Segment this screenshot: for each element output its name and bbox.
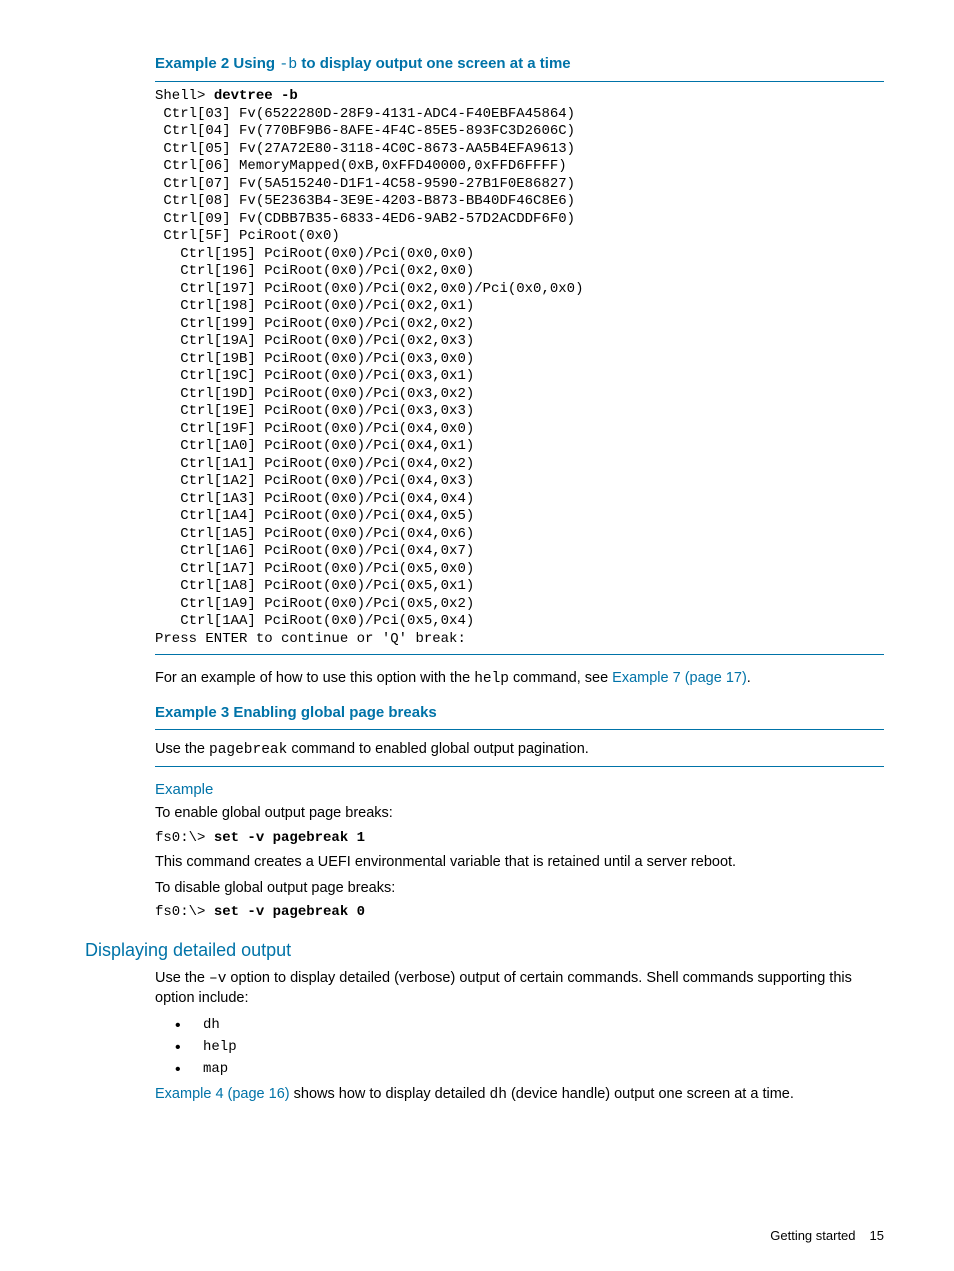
- footer-page: 15: [870, 1228, 884, 1243]
- example3-rule-top: [155, 729, 884, 730]
- example3-intro: Use the pagebreak command to enabled glo…: [155, 740, 884, 761]
- example2-prompt: Shell>: [155, 88, 214, 104]
- example3-sub: Example: [155, 781, 884, 798]
- example3-rule-bottom: [155, 766, 884, 767]
- para-help-ref: For an example of how to use this option…: [155, 669, 884, 690]
- example2-rule-top: [155, 81, 884, 82]
- footer-label: Getting started: [770, 1228, 855, 1243]
- example3-enable-text: To enable global output page breaks:: [155, 804, 884, 824]
- detailed-intro: Use the –v option to display detailed (v…: [155, 969, 884, 1009]
- section-detailed-heading: Displaying detailed output: [85, 940, 884, 961]
- example3-heading: Example 3 Enabling global page breaks: [85, 704, 884, 721]
- link-example4[interactable]: Example 4 (page 16): [155, 1086, 290, 1102]
- example2-heading-pre: Example 2 Using: [155, 55, 279, 72]
- example2-heading-mono: -b: [279, 56, 297, 73]
- link-example7[interactable]: Example 7 (page 17): [612, 670, 747, 686]
- example2-output: Ctrl[03] Fv(6522280D-28F9-4131-ADC4-F40E…: [155, 106, 583, 647]
- example3-enable-code: fs0:\> set -v pagebreak 1: [155, 830, 884, 848]
- page-footer: Getting started 15: [770, 1228, 884, 1243]
- detailed-ref: Example 4 (page 16) shows how to display…: [155, 1085, 884, 1106]
- list-item: map: [175, 1061, 884, 1077]
- example2-code: Shell> devtree -b Ctrl[03] Fv(6522280D-2…: [155, 88, 884, 648]
- example2-rule-bottom: [155, 654, 884, 655]
- example3-disable-text: To disable global output page breaks:: [155, 879, 884, 899]
- example3-disable-code: fs0:\> set -v pagebreak 0: [155, 904, 884, 922]
- example2-cmd: devtree -b: [214, 88, 298, 104]
- list-item: dh: [175, 1017, 884, 1033]
- example3-retain-text: This command creates a UEFI environmenta…: [155, 853, 884, 873]
- detailed-bullets: dh help map: [175, 1017, 884, 1077]
- example2-heading: Example 2 Using -b to display output one…: [85, 55, 884, 73]
- example2-heading-post: to display output one screen at a time: [297, 55, 570, 72]
- list-item: help: [175, 1039, 884, 1055]
